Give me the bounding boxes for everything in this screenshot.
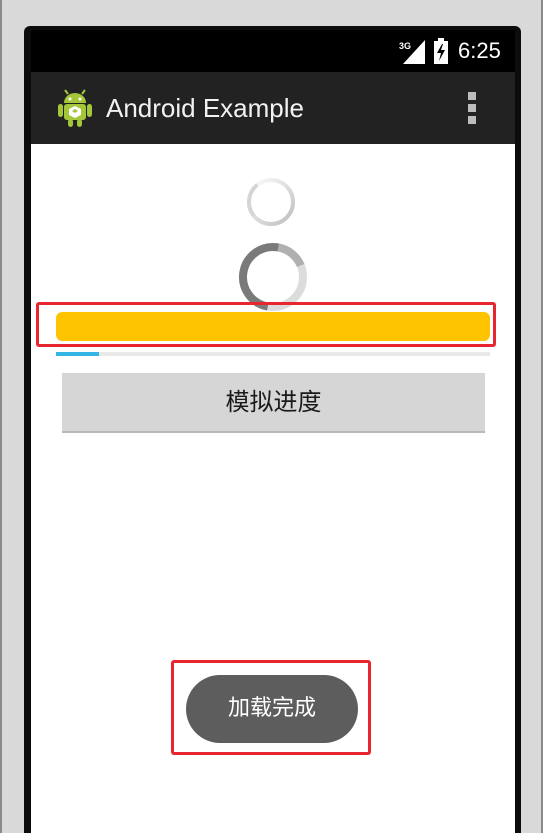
simulate-progress-button[interactable]: 模拟进度	[62, 373, 485, 433]
small-spinner-icon	[247, 178, 295, 226]
android-app-icon	[58, 89, 92, 127]
network-type-label: 3G	[399, 41, 411, 51]
secondary-progress-fill	[56, 352, 100, 356]
status-time: 6:25	[458, 38, 501, 63]
secondary-progress-bar	[56, 352, 490, 356]
progress-highlight-box	[36, 302, 496, 347]
app-title: Android Example	[106, 93, 304, 123]
toast-highlight-box	[171, 660, 371, 755]
battery-icon	[434, 38, 448, 64]
signal-icon: 3G	[399, 40, 425, 64]
overflow-menu-icon[interactable]	[466, 90, 478, 126]
